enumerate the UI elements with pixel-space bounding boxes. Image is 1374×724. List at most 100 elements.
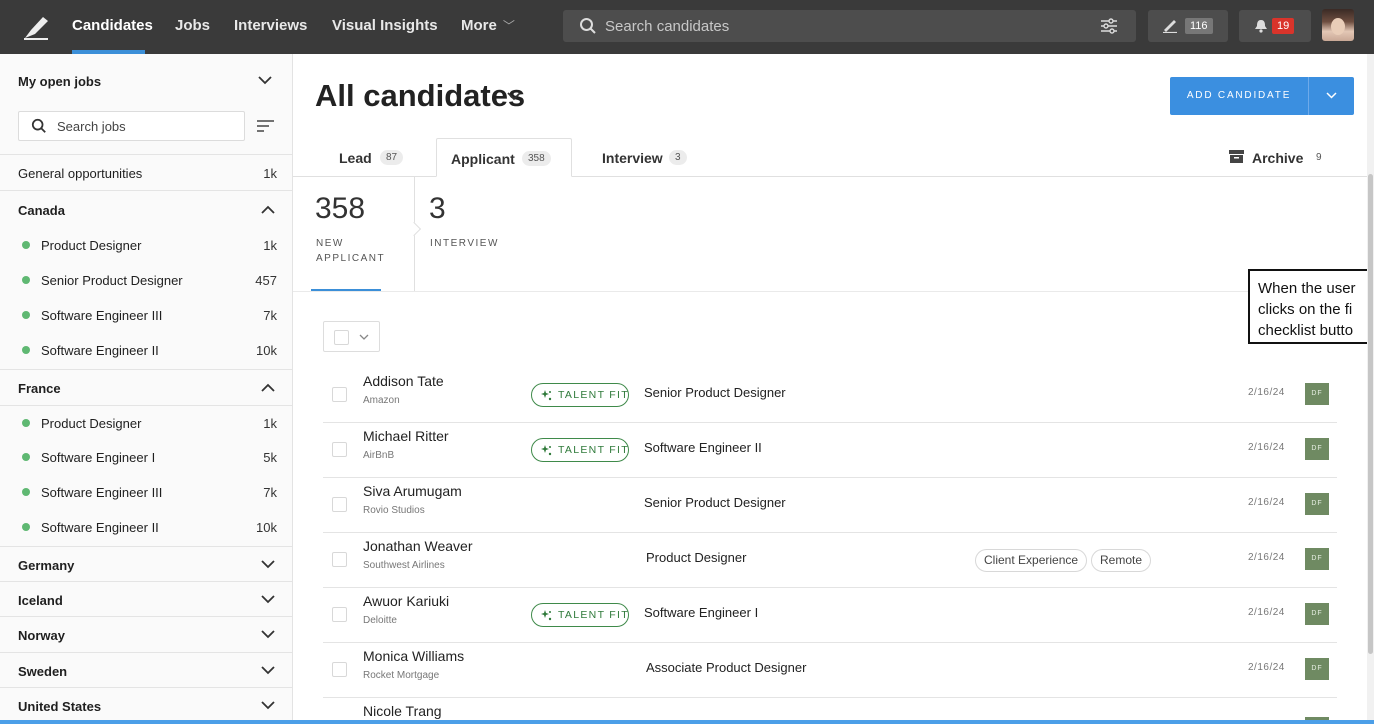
page-title[interactable]: All candidates [315,78,525,114]
candidate-row[interactable]: Jonathan Weaver Southwest Airlines Produ… [323,533,1337,588]
candidate-tag[interactable]: Client Experience [975,549,1088,572]
archive-tab[interactable]: Archive 9 [1248,138,1338,177]
sidebar-item-job[interactable]: Senior Product Designer 457 [0,263,292,298]
candidate-row[interactable]: Awuor Kariuki Deloitte TALENT FIT Softwa… [323,588,1337,643]
candidate-name[interactable]: Jonathan Weaver [363,538,472,554]
filter-sliders-icon[interactable] [1100,18,1118,34]
talent-fit-badge[interactable]: TALENT FIT [531,603,629,627]
owner-avatar[interactable]: DF [1305,383,1329,405]
job-search-input[interactable]: Search jobs [57,119,126,134]
sidebar-item-count: 1k [263,166,277,181]
tab-count: 358 [522,151,551,166]
chevron-down-icon[interactable] [507,92,521,101]
sidebar-group-canada[interactable]: Canada [0,190,292,228]
tab-interview[interactable]: Interview 3 [588,138,698,177]
notifications-button[interactable]: 19 [1239,10,1311,42]
sidebar-group-sweden[interactable]: Sweden [0,652,292,687]
row-checkbox[interactable] [332,552,347,567]
candidate-job[interactable]: Product Designer [646,550,746,565]
candidate-row[interactable]: Monica Williams Rocket Mortgage Associat… [323,643,1337,698]
sidebar-group-iceland[interactable]: Iceland [0,581,292,616]
owner-avatar[interactable]: DF [1305,548,1329,570]
sidebar-item-job[interactable]: Software Engineer II 10k [0,333,292,369]
sidebar-item-job[interactable]: Product Designer 1k [0,405,292,440]
search-input[interactable]: Search candidates [605,18,729,35]
drafts-button[interactable]: 116 [1148,10,1228,42]
sidebar-group-united-states[interactable]: United States [0,687,292,724]
candidate-job[interactable]: Senior Product Designer [644,495,786,510]
candidate-name[interactable]: Awuor Kariuki [363,593,449,609]
user-avatar[interactable] [1322,9,1354,41]
nav-jobs[interactable]: Jobs [175,17,210,34]
candidate-tag[interactable]: Remote [1091,549,1152,572]
sidebar-group-label: Iceland [18,593,63,608]
talent-fit-badge[interactable]: TALENT FIT [531,438,629,462]
nav-more[interactable]: More ﹀ [461,17,515,34]
sidebar-group-germany[interactable]: Germany [0,546,292,581]
candidate-job[interactable]: Senior Product Designer [644,385,786,400]
active-status-dot [22,346,30,354]
candidate-company: AirBnB [363,450,395,461]
row-checkbox[interactable] [332,442,347,457]
candidate-row[interactable]: Addison Tate Amazon TALENT FIT Senior Pr… [323,368,1337,423]
candidate-row[interactable]: Siva Arumugam Rovio Studios Senior Produ… [323,478,1337,533]
select-all-checkbox[interactable] [334,330,349,345]
row-checkbox[interactable] [332,497,347,512]
talent-fit-label: TALENT FIT [558,389,629,401]
candidate-name[interactable]: Addison Tate [363,373,444,389]
tab-lead[interactable]: Lead 87 [323,138,423,177]
row-checkbox[interactable] [332,607,347,622]
nav-visual-insights[interactable]: Visual Insights [332,17,438,34]
bulk-select-dropdown[interactable] [323,321,380,352]
active-status-dot [22,419,30,427]
chevron-down-icon[interactable] [258,76,272,85]
top-nav-bar: Candidates Jobs Interviews Visual Insigh… [0,0,1374,54]
sidebar-item-count: 1k [263,238,277,253]
sidebar-group-label: United States [18,699,102,714]
sidebar-item-job[interactable]: Software Engineer III 7k [0,475,292,510]
owner-avatar[interactable]: DF [1305,603,1329,625]
add-candidate-button[interactable]: ADD CANDIDATE [1170,77,1308,115]
nav-candidates[interactable]: Candidates [72,17,153,34]
active-status-dot [22,276,30,284]
owner-avatar[interactable]: DF [1305,493,1329,515]
candidate-company: Deloitte [363,615,397,626]
sidebar-item-general[interactable]: General opportunities 1k [0,154,292,190]
tab-applicant[interactable]: Applicant 358 [436,138,572,177]
nav-interviews[interactable]: Interviews [234,17,307,34]
sidebar-item-job[interactable]: Product Designer 1k [0,228,292,263]
candidate-name[interactable]: Siva Arumugam [363,483,462,499]
main-scrollbar[interactable] [1367,54,1374,724]
candidate-row[interactable]: Michael Ritter AirBnB TALENT FIT Softwar… [323,423,1337,478]
sidebar-item-job[interactable]: Software Engineer II 10k [0,510,292,546]
scrollbar-thumb[interactable] [1368,174,1373,654]
stage-count: 3 [429,192,446,225]
sidebar-item-job[interactable]: Software Engineer I 5k [0,440,292,475]
candidate-name[interactable]: Monica Williams [363,648,464,664]
talent-fit-label: TALENT FIT [558,444,629,456]
owner-avatar[interactable]: DF [1305,658,1329,680]
sort-icon[interactable] [257,120,274,132]
sparkle-icon [541,390,552,401]
sidebar-group-norway[interactable]: Norway [0,616,292,652]
talent-fit-badge[interactable]: TALENT FIT [531,383,629,407]
owner-avatar[interactable]: DF [1305,438,1329,460]
candidate-job[interactable]: Software Engineer II [644,440,762,455]
sidebar-item-job[interactable]: Software Engineer III 7k [0,298,292,333]
stage-new-applicant[interactable]: 358 NEW APPLICANT [293,176,414,292]
active-status-dot [22,488,30,496]
sidebar-item-label: Product Designer [41,416,142,431]
candidate-name[interactable]: Michael Ritter [363,428,449,444]
sidebar-header: My open jobs [18,74,102,89]
candidate-job[interactable]: Associate Product Designer [646,660,806,675]
candidate-job[interactable]: Software Engineer I [644,605,758,620]
app-logo-icon[interactable] [22,12,52,42]
stage-interview[interactable]: 3 INTERVIEW [415,176,515,292]
candidate-search[interactable]: Search candidates [563,10,1136,42]
row-checkbox[interactable] [332,662,347,677]
candidate-name[interactable]: Nicole Trang [363,703,442,719]
job-search[interactable]: Search jobs [18,111,245,141]
add-candidate-menu-button[interactable] [1308,77,1354,115]
sidebar-group-france[interactable]: France [0,369,292,405]
row-checkbox[interactable] [332,387,347,402]
